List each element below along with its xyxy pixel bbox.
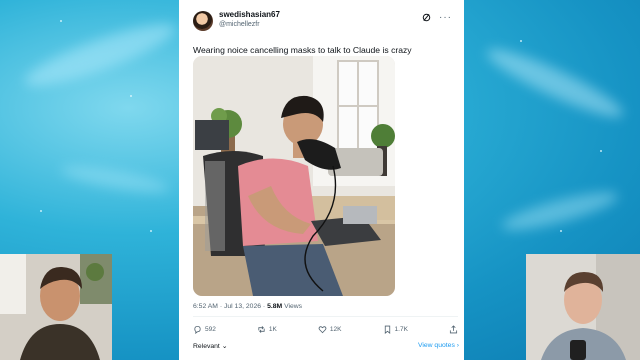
repost-icon xyxy=(258,326,265,333)
like-count: 12K xyxy=(329,326,342,333)
bookmark-icon xyxy=(384,325,390,334)
reply-icon xyxy=(194,325,201,334)
share-button[interactable] xyxy=(449,325,458,334)
author-info: swedishasian67 @michellezfr xyxy=(219,10,280,30)
views-count: 5.8M xyxy=(267,303,283,310)
tweet-actions: 592 1K 12K 1.7K xyxy=(193,325,458,334)
tweet-photo[interactable] xyxy=(193,56,395,296)
bookmark-button[interactable]: 1.7K xyxy=(383,325,408,334)
avatar[interactable] xyxy=(193,11,213,31)
repost-button[interactable]: 1K xyxy=(257,325,277,334)
more-icon[interactable]: ··· xyxy=(439,12,452,22)
chevron-down-icon: ⌄ xyxy=(221,343,228,350)
author-display-name[interactable]: swedishasian67 xyxy=(219,10,280,20)
divider xyxy=(193,316,458,317)
reply-count: 592 xyxy=(205,326,216,333)
photo-illustration xyxy=(193,56,395,296)
author-handle[interactable]: @michellezfr xyxy=(219,20,280,30)
tweet-text: Wearing noice cancelling masks to talk t… xyxy=(193,45,412,55)
grok-icon[interactable] xyxy=(422,13,431,22)
share-icon xyxy=(449,325,458,334)
view-quotes-link[interactable]: View quotes › xyxy=(418,342,459,350)
sort-label: Relevant xyxy=(193,343,220,350)
tweet-timestamp[interactable]: 6:52 AM · Jul 13, 2026 · xyxy=(193,303,267,310)
tweet-meta: 6:52 AM · Jul 13, 2026 · 5.8M Views xyxy=(193,303,302,310)
chevron-right-icon: › xyxy=(456,342,459,349)
webcam-right xyxy=(526,254,640,360)
view-quotes-label: View quotes xyxy=(417,342,455,349)
webcam-left xyxy=(0,254,112,360)
webcam-left-feed xyxy=(0,254,112,360)
like-button[interactable]: 12K xyxy=(318,325,342,334)
bookmark-count: 1.7K xyxy=(394,326,408,333)
repost-count: 1K xyxy=(268,326,277,333)
tweet-footer: Relevant ⌄ View quotes › xyxy=(193,342,459,350)
reply-button[interactable]: 592 xyxy=(193,325,216,334)
webcam-right-feed xyxy=(526,254,640,360)
like-icon xyxy=(318,326,327,334)
sort-replies-dropdown[interactable]: Relevant ⌄ xyxy=(193,342,227,350)
tweet-header: swedishasian67 @michellezfr ··· xyxy=(193,10,452,36)
views-label: Views xyxy=(282,303,303,310)
header-actions: ··· xyxy=(422,10,452,22)
